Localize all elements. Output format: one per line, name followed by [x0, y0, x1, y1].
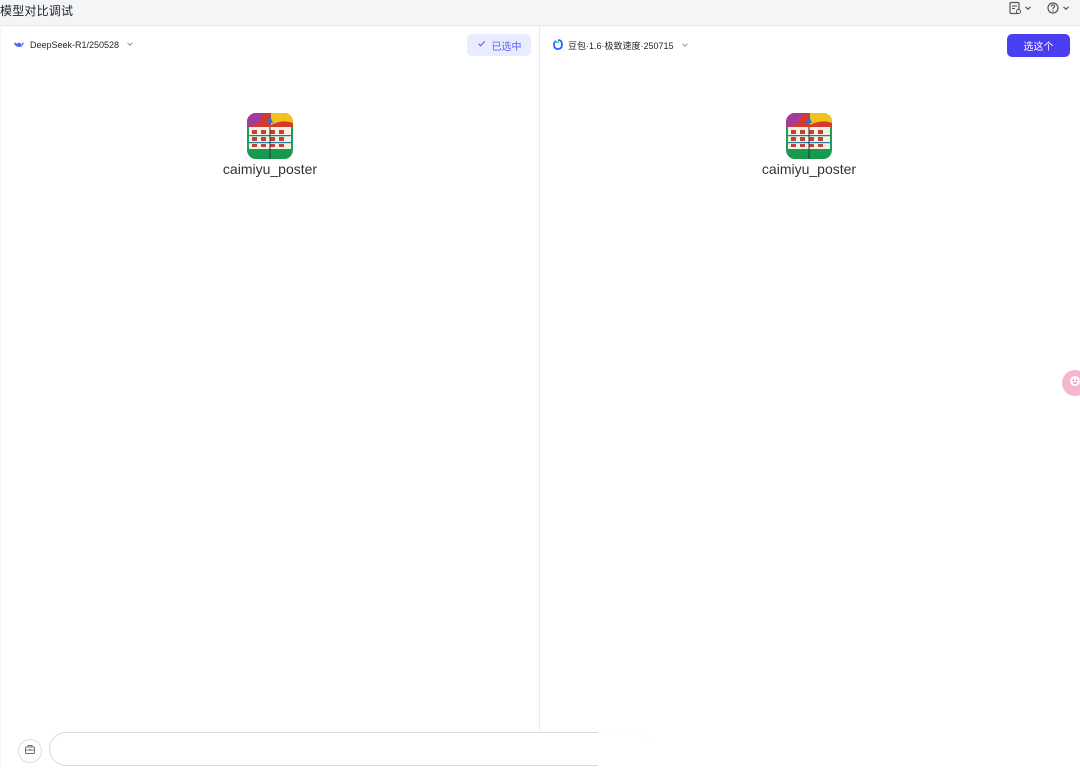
help-icon — [1046, 1, 1060, 15]
toolbox-icon — [24, 742, 36, 760]
overlay-fade — [598, 644, 1080, 767]
chevron-down-icon — [681, 41, 689, 51]
toolbox-button[interactable] — [18, 739, 42, 763]
page-title: 模型对比调试 — [0, 4, 74, 18]
chevron-down-icon — [1024, 4, 1032, 12]
poster-thumbnail-icon — [247, 113, 293, 159]
chevron-down-icon — [126, 40, 134, 50]
help-dropdown[interactable] — [1046, 1, 1070, 15]
left-model-selector[interactable]: DeepSeek-R1/250528 — [13, 39, 134, 51]
message-input[interactable] — [64, 733, 608, 765]
doc-settings-icon — [1008, 1, 1022, 15]
check-icon — [477, 39, 486, 51]
choose-this-button[interactable]: 选这个 — [1007, 34, 1070, 57]
chevron-down-icon — [1062, 4, 1070, 12]
left-model-name: DeepSeek-R1/250528 — [30, 40, 120, 50]
deepseek-whale-icon — [13, 39, 25, 51]
right-file-attachment[interactable]: caimiyu_poster — [752, 113, 866, 177]
right-model-selector[interactable]: 豆包·1.6·极致速度·250715 — [553, 39, 689, 52]
right-model-panel: 豆包·1.6·极致速度·250715 选这个 caimiyu_poster — [540, 26, 1080, 730]
assistant-face-icon — [1068, 374, 1080, 393]
right-model-name: 豆包·1.6·极致速度·250715 — [568, 41, 674, 51]
selected-label: 已选中 — [491, 41, 522, 53]
doc-settings-dropdown[interactable] — [1008, 1, 1032, 15]
message-input-container[interactable] — [49, 732, 651, 766]
top-bar: 模型对比调试 — [0, 0, 1080, 18]
selected-button[interactable]: 已选中 — [467, 34, 531, 56]
file-name: caimiyu_poster — [222, 161, 318, 177]
left-model-panel: DeepSeek-R1/250528 已选中 caimiyu_poster — [1, 26, 540, 730]
file-name: caimiyu_poster — [761, 161, 857, 177]
top-actions — [1008, 1, 1070, 15]
left-file-attachment[interactable]: caimiyu_poster — [213, 113, 327, 177]
poster-thumbnail-icon — [786, 113, 832, 159]
doubao-logo-icon — [553, 39, 563, 52]
